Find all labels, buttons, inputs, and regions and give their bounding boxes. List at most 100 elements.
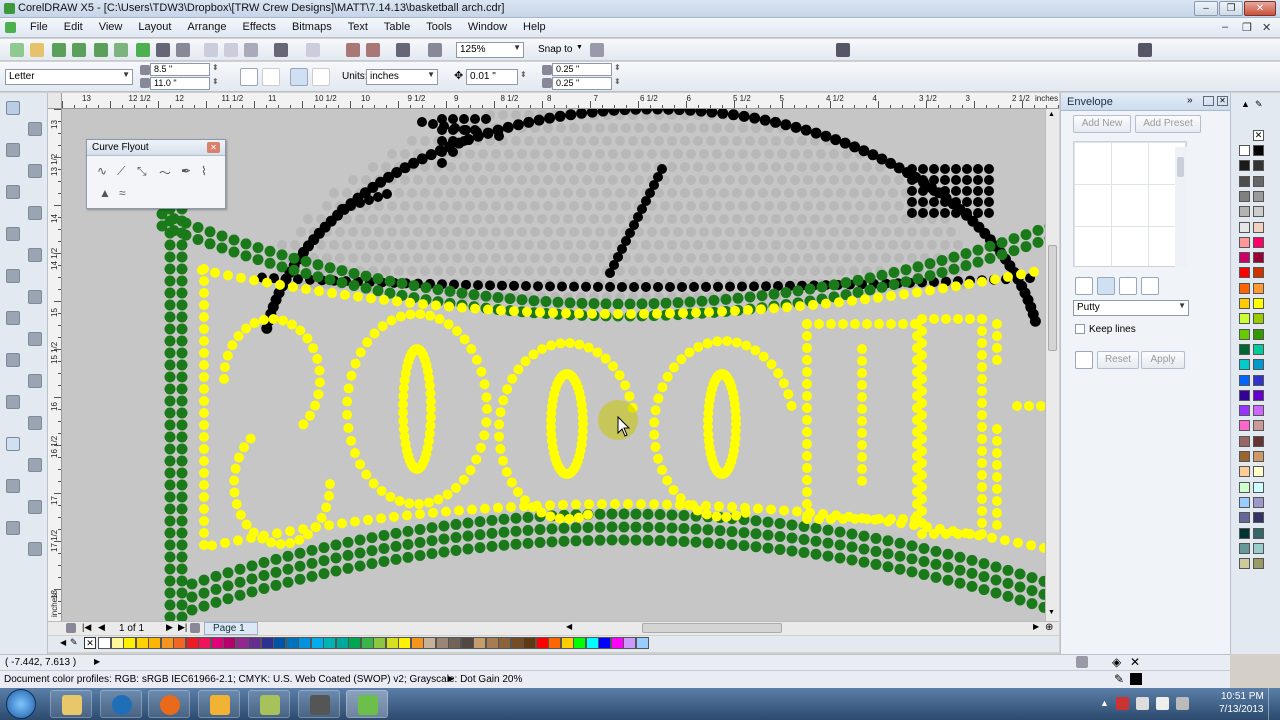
document-icon[interactable]: [5, 22, 16, 33]
taskbar-explorer[interactable]: [50, 690, 92, 718]
color-swatch[interactable]: [1253, 343, 1264, 355]
menu-file[interactable]: File: [22, 21, 56, 33]
color-swatch[interactable]: [110, 637, 124, 649]
preset-scroll-thumb[interactable]: [1177, 157, 1184, 177]
color-swatch[interactable]: [1239, 374, 1250, 386]
polyline-tool-icon[interactable]: ⌇: [201, 164, 207, 178]
cut-icon[interactable]: [204, 43, 218, 57]
color-swatch[interactable]: [160, 637, 174, 649]
taskbar-outlook[interactable]: [198, 690, 240, 718]
color-swatch[interactable]: [1253, 236, 1264, 248]
show-hidden-icons[interactable]: ▲: [1100, 698, 1109, 708]
scroll-down-icon[interactable]: ▼: [1048, 609, 1055, 616]
color-swatch[interactable]: [1253, 481, 1264, 493]
alignment-guides-icon[interactable]: [590, 43, 604, 57]
envelope-docker-header[interactable]: Envelope » ✕: [1061, 93, 1231, 111]
network-icon[interactable]: [1136, 697, 1149, 710]
color-swatch[interactable]: [598, 637, 611, 649]
color-swatch[interactable]: [298, 637, 311, 649]
apply-button[interactable]: Apply: [1141, 351, 1185, 369]
horizontal-scroll-thumb[interactable]: [642, 623, 782, 633]
start-button[interactable]: [6, 689, 36, 719]
color-swatch[interactable]: [573, 637, 586, 649]
smart-drawing-icon[interactable]: ≈: [119, 186, 126, 200]
color-swatch[interactable]: [1239, 542, 1250, 554]
width-spinner-icon[interactable]: ⬍: [212, 63, 219, 72]
color-swatch[interactable]: [460, 637, 474, 649]
document-color-profiles[interactable]: Document color profiles: RGB: sRGB IEC61…: [4, 674, 522, 685]
color-swatch[interactable]: [548, 637, 561, 649]
menu-window[interactable]: Window: [460, 21, 515, 33]
freehand-tool-icon[interactable]: [6, 185, 20, 199]
color-swatch[interactable]: [1239, 221, 1250, 233]
three-point-curve-icon[interactable]: ▲: [99, 186, 111, 200]
color-swatch[interactable]: [173, 637, 186, 649]
page-width-input[interactable]: 8.5 ": [150, 63, 210, 76]
menu-text[interactable]: Text: [340, 21, 376, 33]
menu-edit[interactable]: Edit: [56, 21, 91, 33]
color-swatch[interactable]: [1239, 252, 1250, 264]
vertical-scroll-thumb[interactable]: [1048, 245, 1057, 351]
paste-icon[interactable]: [244, 43, 258, 57]
import-icon[interactable]: [52, 43, 66, 57]
taskbar-dell[interactable]: [100, 690, 142, 718]
double-arc-mode-button[interactable]: [1119, 277, 1137, 295]
color-swatch[interactable]: [1239, 313, 1250, 325]
scroll-up-icon[interactable]: ▲: [1048, 111, 1055, 118]
duplicate-x-input[interactable]: 0.25 ": [552, 63, 612, 76]
straight-line-mode-button[interactable]: [1075, 277, 1093, 295]
unconstrained-mode-button[interactable]: [1141, 277, 1159, 295]
straight-connector-tool-icon[interactable]: [6, 353, 20, 367]
crop-tool-icon[interactable]: [6, 143, 20, 157]
page-size-select[interactable]: Letter ▼: [5, 69, 133, 85]
color-swatch[interactable]: [135, 637, 149, 649]
color-swatch[interactable]: [423, 637, 436, 649]
color-swatch[interactable]: [1253, 451, 1264, 462]
redo-icon[interactable]: [306, 43, 320, 57]
polygon-tool-icon[interactable]: [6, 269, 20, 283]
color-swatch[interactable]: [223, 637, 236, 649]
menu-layout[interactable]: Layout: [130, 21, 179, 33]
import-dialog-icon[interactable]: [346, 43, 360, 57]
single-arc-mode-button[interactable]: [1097, 277, 1115, 295]
first-page-icon[interactable]: |◀: [82, 622, 91, 633]
color-swatch[interactable]: [1239, 160, 1250, 172]
color-swatch[interactable]: [1253, 496, 1264, 508]
tab-page-1[interactable]: Page 1: [204, 622, 258, 635]
add-preset-button[interactable]: Add Preset: [1135, 115, 1201, 133]
add-new-button[interactable]: Add New: [1073, 115, 1131, 133]
color-swatch[interactable]: [510, 637, 524, 649]
nudge-distance-input[interactable]: 0.01 ": [466, 69, 518, 85]
color-swatch[interactable]: [1239, 206, 1250, 218]
color-swatch[interactable]: [1253, 190, 1264, 202]
dup-y-spinner-icon[interactable]: ⬍: [614, 77, 621, 86]
show-desktop-button[interactable]: [1268, 688, 1280, 720]
color-swatch[interactable]: [1239, 236, 1250, 248]
color-swatch[interactable]: [1239, 420, 1250, 432]
export-icon[interactable]: [72, 43, 86, 57]
corel-connect-icon[interactable]: [114, 43, 128, 57]
previous-page-icon[interactable]: ◀: [98, 622, 105, 633]
color-swatch[interactable]: [398, 637, 411, 649]
toolbar-lock-icon-right[interactable]: [1138, 43, 1152, 57]
pick-tool-icon[interactable]: [6, 101, 20, 115]
color-swatch[interactable]: [1253, 206, 1264, 218]
copy-icon[interactable]: [224, 43, 238, 57]
pen-tool-icon[interactable]: ✒: [181, 164, 191, 178]
clock-time[interactable]: 10:51 PM: [1221, 691, 1264, 702]
color-swatch[interactable]: [385, 637, 399, 649]
dup-x-spinner-icon[interactable]: ⬍: [614, 63, 621, 72]
color-swatch[interactable]: [1239, 466, 1250, 478]
color-swatch[interactable]: [485, 637, 499, 649]
color-swatch[interactable]: [410, 637, 424, 649]
color-swatch[interactable]: [635, 637, 649, 649]
color-swatch[interactable]: [1239, 558, 1250, 570]
export-dialog-icon[interactable]: [366, 43, 380, 57]
transparency-tool-icon[interactable]: [28, 458, 42, 472]
full-screen-icon[interactable]: [396, 43, 410, 57]
color-swatch[interactable]: [1253, 527, 1264, 539]
color-swatch[interactable]: [185, 637, 199, 649]
outline-tool-icon[interactable]: [28, 500, 42, 514]
volume-icon[interactable]: [1156, 697, 1169, 710]
coreldraw-app-icon[interactable]: [4, 3, 15, 14]
